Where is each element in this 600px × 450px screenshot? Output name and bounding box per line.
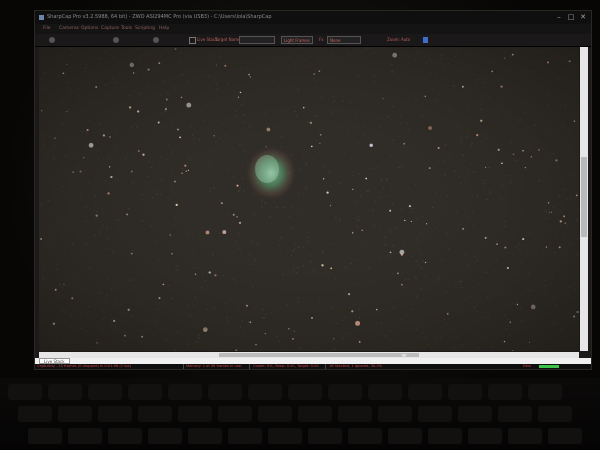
keyboard-key [368, 384, 402, 400]
menu-scripting[interactable]: Scripting [135, 24, 155, 34]
keyboard-key [418, 406, 452, 422]
keyboard-key [208, 384, 242, 400]
minimize-button[interactable]: – [553, 11, 565, 24]
keyboard-key [548, 428, 582, 444]
keyboard-key [268, 428, 302, 444]
menu-options[interactable]: Options [81, 24, 98, 34]
keyboard-key [58, 406, 92, 422]
laptop-keyboard [0, 378, 600, 450]
keyboard-key [48, 384, 82, 400]
keyboard-key [528, 384, 562, 400]
keyboard-key [458, 406, 492, 422]
status-divider [249, 364, 250, 369]
histogram-icon[interactable] [423, 37, 428, 43]
keyboard-key [218, 406, 252, 422]
zoom-label: Zoom: [387, 37, 400, 42]
keyboard-key [428, 428, 462, 444]
star-field [39, 47, 579, 351]
horizontal-scroll-thumb[interactable] [219, 353, 419, 357]
menu-file[interactable]: File [43, 24, 51, 34]
keyboard-key [188, 428, 222, 444]
image-viewport[interactable] [39, 47, 579, 351]
keyboard-key [538, 406, 572, 422]
window-title: SharpCap Pro v3.2.5988, 64 bit) - ZWO AS… [47, 14, 272, 20]
keyboard-key [448, 384, 482, 400]
keyboard-key [348, 428, 382, 444]
live-stack-checkbox[interactable] [189, 37, 196, 44]
app-icon [39, 15, 44, 20]
status-right-label: Dew [523, 364, 531, 368]
keyboard-key [88, 384, 122, 400]
keyboard-key [248, 384, 282, 400]
keyboard-key [138, 406, 172, 422]
menu-capture[interactable]: Capture [101, 24, 119, 34]
keyboard-key [168, 384, 202, 400]
keyboard-key [148, 428, 182, 444]
fx-select[interactable]: None [327, 36, 361, 44]
snapshot-icon[interactable] [113, 37, 119, 43]
menu-tools[interactable]: Tools [121, 24, 132, 34]
status-divider [183, 364, 184, 369]
keyboard-key [108, 428, 142, 444]
vertical-scrollbar[interactable] [580, 47, 588, 351]
capture-icon[interactable] [49, 37, 55, 43]
keyboard-key [388, 428, 422, 444]
keyboard-key [508, 428, 542, 444]
menu-help[interactable]: Help [159, 24, 169, 34]
toolbar: Live Stack Target Name: Light Frames Fx … [35, 34, 591, 47]
status-meter [539, 365, 559, 368]
frame-type-select[interactable]: Light Frames [281, 36, 313, 44]
fx-label: Fx [319, 37, 324, 42]
sharpcap-window: SharpCap Pro v3.2.5988, 64 bit) - ZWO AS… [34, 10, 592, 370]
keyboard-key [258, 406, 292, 422]
keyboard-key [338, 406, 372, 422]
keyboard-key [68, 428, 102, 444]
keyboard-key [298, 406, 332, 422]
settings-icon[interactable] [153, 37, 159, 43]
status-capturing: Capturing - 15 frames (0 dropped) in 0:0… [37, 364, 132, 368]
keyboard-key [8, 384, 42, 400]
title-bar: SharpCap Pro v3.2.5988, 64 bit) - ZWO AS… [35, 11, 591, 24]
zoom-select[interactable]: Auto [401, 34, 410, 46]
keyboard-key [328, 384, 362, 400]
target-name-input[interactable] [239, 36, 275, 44]
keyboard-key [288, 384, 322, 400]
keyboard-key [468, 428, 502, 444]
keyboard-key [498, 406, 532, 422]
status-memory: Memory: 1 of 49 frames in use. [186, 364, 243, 368]
keyboard-key [228, 428, 262, 444]
menu-bar: File Cameras Options Capture Tools Scrip… [35, 24, 591, 34]
status-stacked: 16 Stacked, 1 Ignored, 30.0% [329, 364, 383, 368]
keyboard-key [18, 406, 52, 422]
close-button[interactable]: ✕ [577, 11, 589, 24]
keyboard-key [488, 384, 522, 400]
vertical-scroll-thumb[interactable] [581, 157, 587, 237]
keyboard-key [98, 406, 132, 422]
status-bar: Capturing - 15 frames (0 dropped) in 0:0… [35, 364, 591, 369]
keyboard-key [408, 384, 442, 400]
keyboard-key [178, 406, 212, 422]
status-cooler: Cooler: 0%, Temp: 0.0C, Target: 0.0C [253, 364, 320, 368]
keyboard-key [378, 406, 412, 422]
keyboard-key [28, 428, 62, 444]
keyboard-key [128, 384, 162, 400]
status-divider [325, 364, 326, 369]
maximize-button[interactable]: □ [565, 11, 577, 24]
menu-cameras[interactable]: Cameras [59, 24, 79, 34]
vignette [39, 47, 579, 351]
target-name-label: Target Name: [215, 37, 242, 42]
keyboard-key [308, 428, 342, 444]
